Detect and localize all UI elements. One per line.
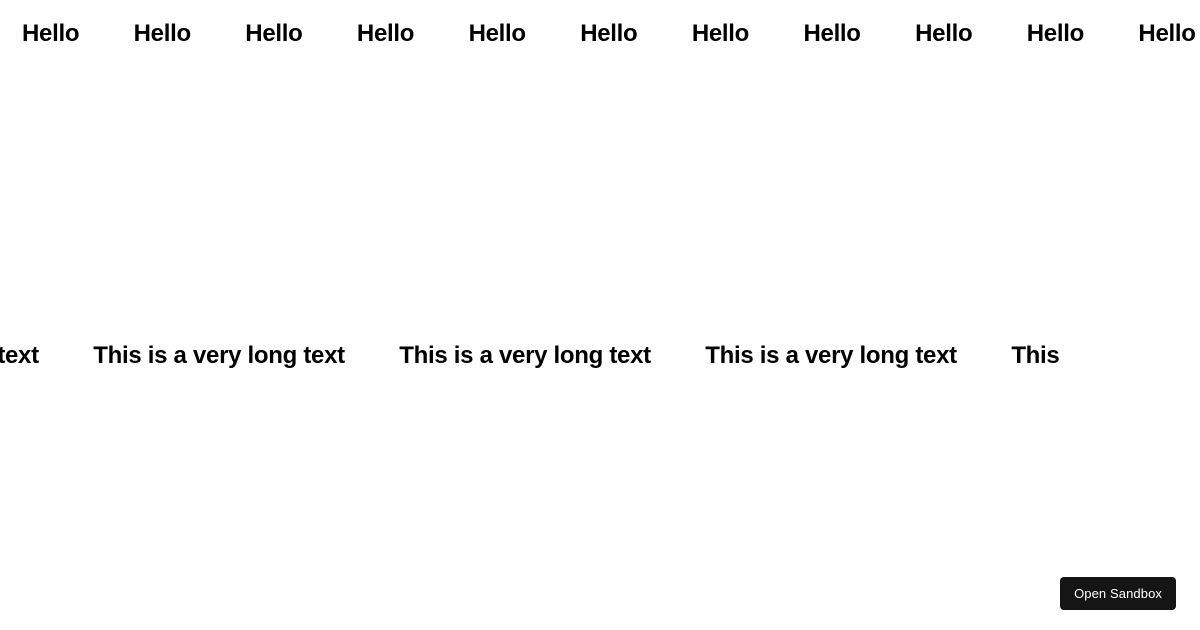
marquee-item-partial: This — [1011, 342, 1059, 370]
marquee-item: Hello — [22, 20, 79, 48]
marquee-row-longtext: ery long text This is a very long text T… — [0, 342, 1200, 370]
marquee-item: This is a very long text — [705, 342, 957, 370]
marquee-content-longtext: ery long text This is a very long text T… — [0, 342, 1109, 370]
marquee-item: Hello — [1027, 20, 1084, 48]
marquee-item: Hello — [134, 20, 191, 48]
marquee-content-hello: Hello Hello Hello Hello Hello Hello Hell… — [22, 20, 1200, 48]
marquee-item: Hello — [803, 20, 860, 48]
marquee-item: This is a very long text — [93, 342, 345, 370]
marquee-row-hello: Hello Hello Hello Hello Hello Hello Hell… — [0, 20, 1200, 48]
marquee-item: Hello — [469, 20, 526, 48]
marquee-item: Hello — [1138, 20, 1195, 48]
marquee-item: Hello — [580, 20, 637, 48]
marquee-item: This is a very long text — [399, 342, 651, 370]
marquee-item: Hello — [357, 20, 414, 48]
marquee-item-partial: ery long text — [0, 342, 39, 370]
marquee-item: Hello — [245, 20, 302, 48]
marquee-item: Hello — [692, 20, 749, 48]
marquee-item: Hello — [915, 20, 972, 48]
open-sandbox-button[interactable]: Open Sandbox — [1060, 577, 1176, 610]
